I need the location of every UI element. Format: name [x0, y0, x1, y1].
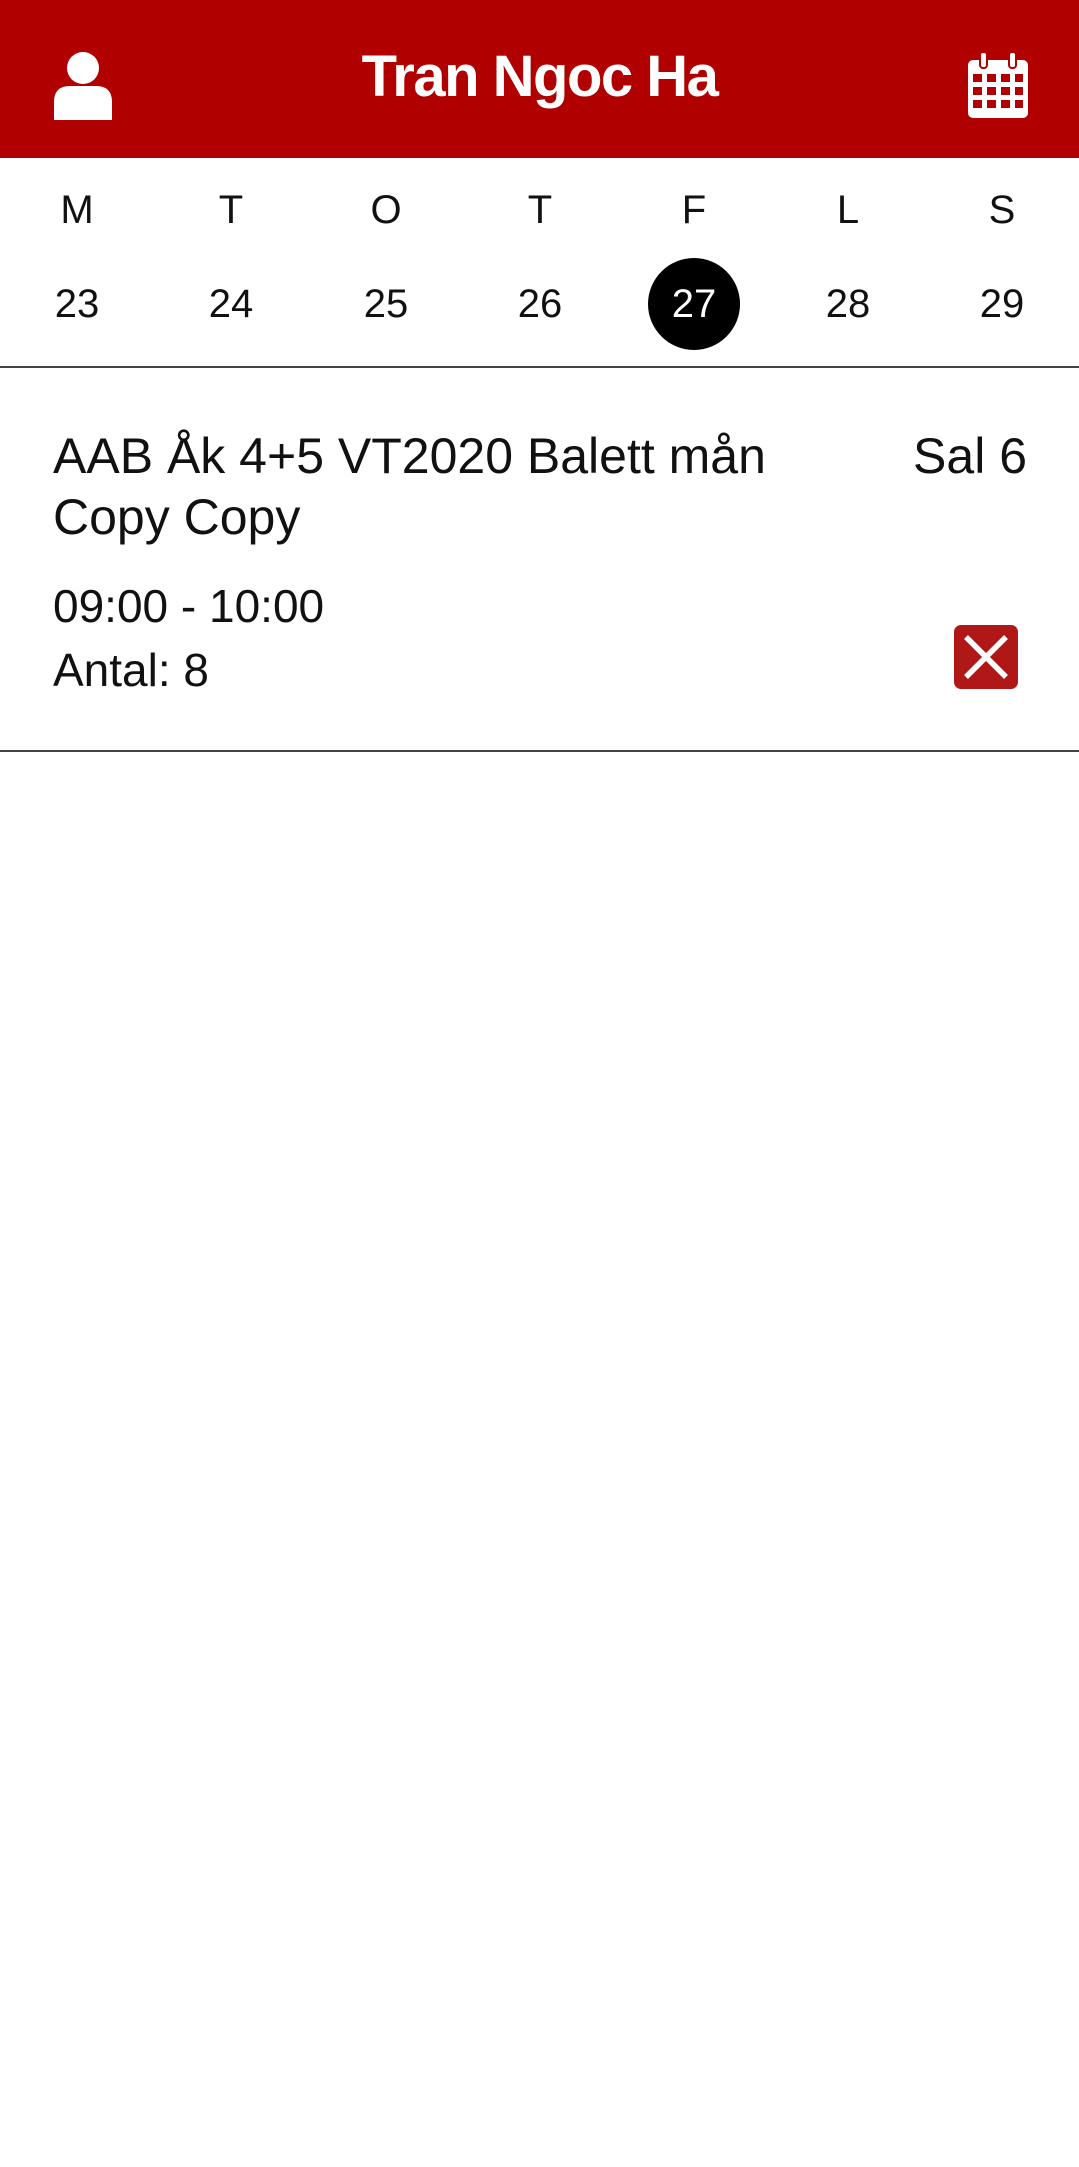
app-header: Tran Ngoc Ha — [0, 0, 1079, 158]
day-date[interactable]: 23 — [31, 258, 123, 350]
booking-list-item[interactable]: AAB Åk 4+5 VT2020 Balett mån Copy Copy S… — [0, 368, 1079, 752]
attendee-count: Antal: 8 — [53, 642, 209, 698]
day-date[interactable]: 26 — [494, 258, 586, 350]
day-tuesday[interactable]: T 24 — [154, 158, 308, 366]
day-letter: O — [370, 188, 402, 232]
class-name: AAB Åk 4+5 VT2020 Balett mån Copy Copy — [53, 428, 766, 545]
page-title: Tran Ngoc Ha — [361, 44, 719, 109]
day-date-selected[interactable]: 27 — [648, 258, 740, 350]
day-saturday[interactable]: L 28 — [771, 158, 925, 366]
day-thursday[interactable]: T 26 — [463, 158, 617, 366]
day-date[interactable]: 28 — [802, 258, 894, 350]
week-strip: M 23 T 24 O 25 T 26 F 27 L 28 S 29 — [0, 158, 1079, 368]
attendee-count-value: 8 — [183, 644, 210, 696]
day-letter: T — [218, 188, 244, 232]
day-letter: T — [527, 188, 553, 232]
day-letter: F — [681, 188, 707, 232]
cancel-booking-button[interactable] — [953, 624, 1019, 690]
close-box-icon — [954, 625, 1018, 689]
time-range: 09:00 - 10:00 — [53, 580, 325, 632]
room-label: Sal 6 — [913, 428, 1027, 484]
day-sunday[interactable]: S 29 — [925, 158, 1079, 366]
attendee-count-label: Antal: — [53, 644, 171, 696]
day-date[interactable]: 25 — [340, 258, 432, 350]
day-friday[interactable]: F 27 — [617, 158, 771, 366]
day-letter: S — [988, 188, 1016, 232]
day-date[interactable]: 24 — [185, 258, 277, 350]
day-letter: M — [60, 188, 94, 232]
day-monday[interactable]: M 23 — [0, 158, 154, 366]
calendar-button[interactable] — [968, 51, 1028, 118]
day-letter: L — [836, 188, 860, 232]
day-wednesday[interactable]: O 25 — [309, 158, 463, 366]
calendar-icon — [968, 51, 1028, 118]
day-date[interactable]: 29 — [956, 258, 1048, 350]
